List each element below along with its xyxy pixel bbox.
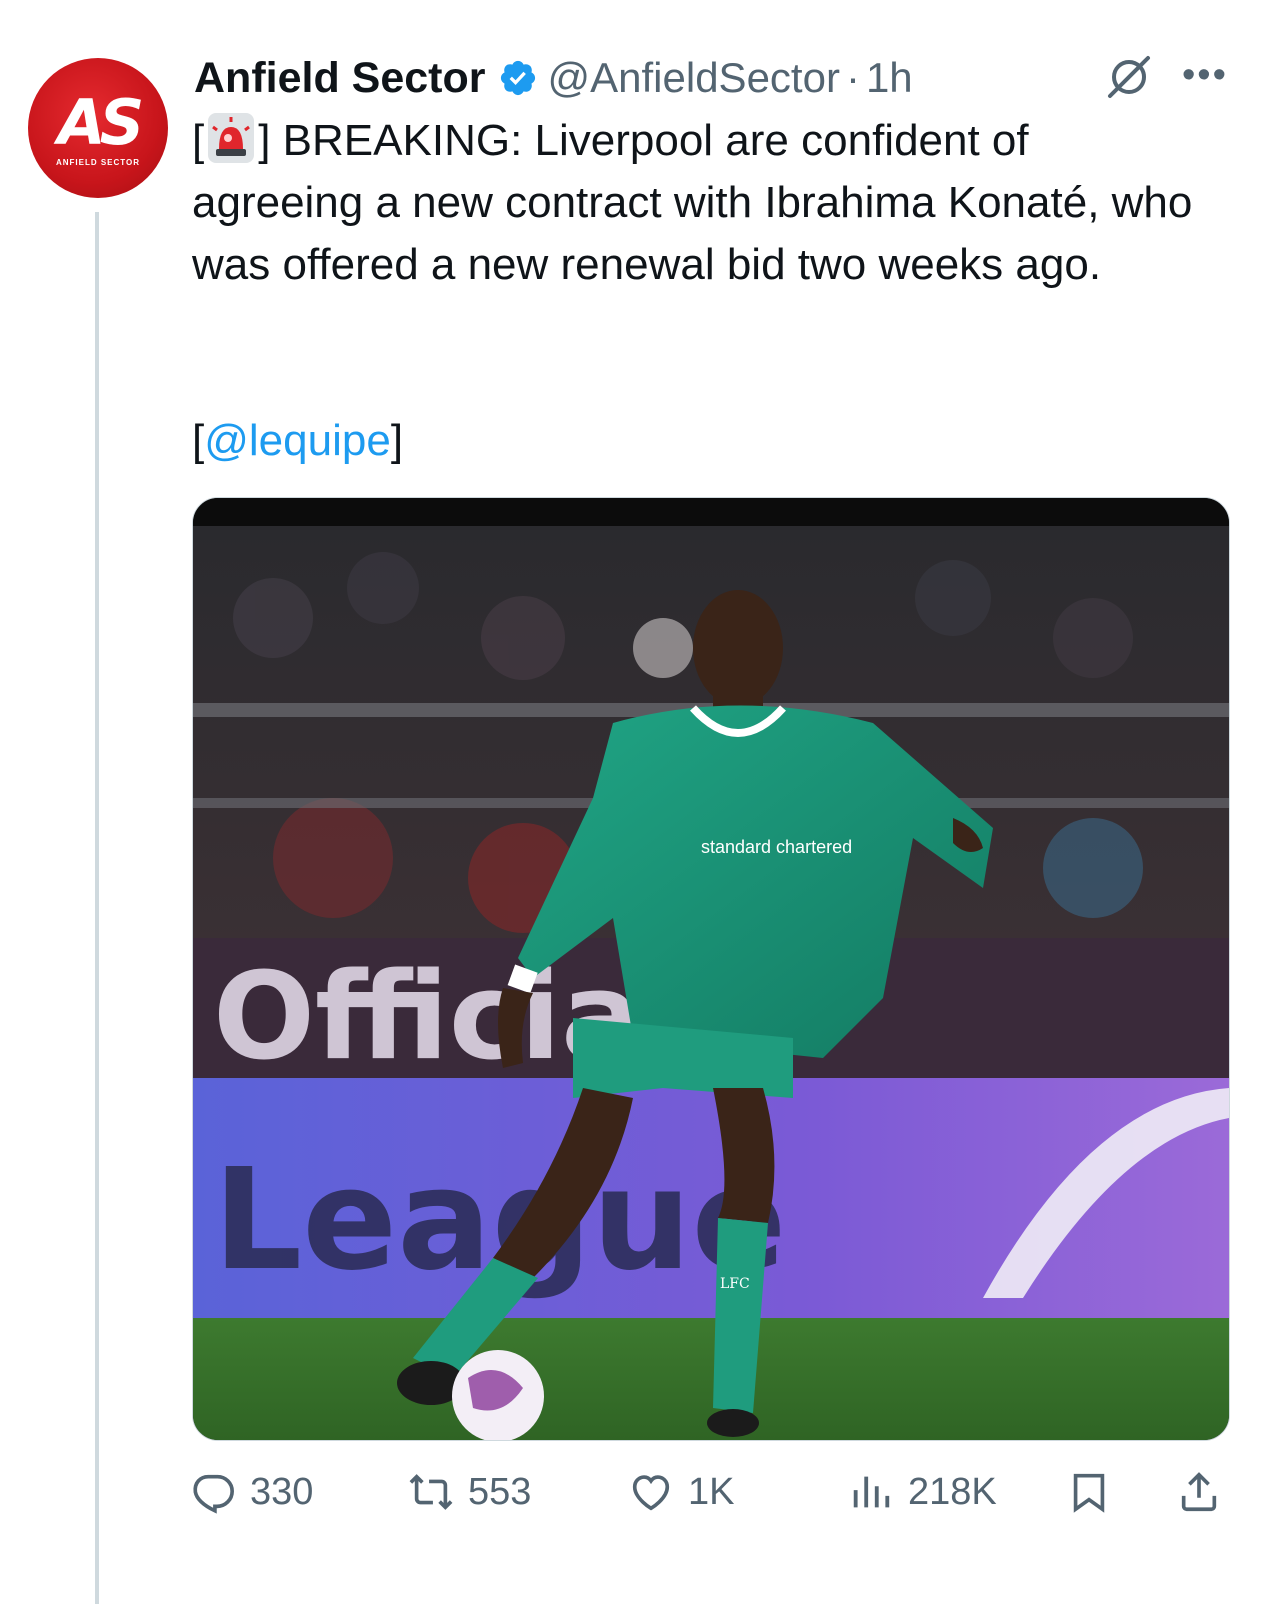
bracket-open: [ xyxy=(192,116,205,165)
timestamp[interactable]: 1h xyxy=(866,54,913,102)
source-bracket-open: [ xyxy=(192,416,205,465)
display-name[interactable]: Anfield Sector xyxy=(194,54,486,103)
kit-sponsor-text: standard chartered xyxy=(701,837,852,857)
player-photo: Official League standard chartered LFC xyxy=(193,498,1229,1440)
avatar-subtext: ANFIELD SECTOR xyxy=(55,158,141,167)
siren-icon xyxy=(208,113,255,163)
thread-line xyxy=(95,212,99,1604)
grok-icon[interactable] xyxy=(1104,52,1154,102)
share-button[interactable] xyxy=(1176,1465,1236,1519)
verified-badge-icon xyxy=(500,60,535,96)
repost-icon xyxy=(409,1474,453,1510)
tweet-actions: 330 553 1K 218K xyxy=(190,1465,1230,1519)
source-bracket-close: ] xyxy=(390,416,404,465)
reply-icon xyxy=(193,1474,234,1514)
avatar[interactable]: AS ANFIELD SECTOR xyxy=(28,58,168,198)
like-count: 1K xyxy=(688,1470,735,1513)
bookmark-icon xyxy=(1073,1473,1105,1513)
views-button[interactable]: 218K xyxy=(848,1465,997,1519)
share-icon xyxy=(1181,1472,1217,1512)
reply-count: 330 xyxy=(250,1470,314,1513)
reply-button[interactable]: 330 xyxy=(190,1465,313,1519)
more-options-icon[interactable]: ••• xyxy=(1182,56,1228,94)
repost-count: 553 xyxy=(468,1470,532,1513)
source-mention-link[interactable]: @lequipe xyxy=(204,416,391,465)
views-chart-icon xyxy=(853,1476,890,1508)
separator-dot: · xyxy=(845,54,860,101)
repost-button[interactable]: 553 xyxy=(408,1465,531,1519)
socks-text: LFC xyxy=(720,1276,750,1292)
heart-icon xyxy=(632,1475,670,1511)
handle[interactable]: @AnfieldSector xyxy=(548,54,840,102)
tweet-body: ] BREAKING: Liverpool are confident of a… xyxy=(192,116,1193,289)
tweet-header: Anfield Sector @AnfieldSector · 1h xyxy=(194,52,913,104)
avatar-monogram: AS xyxy=(57,86,145,159)
views-count: 218K xyxy=(908,1470,997,1513)
like-button[interactable]: 1K xyxy=(628,1465,734,1519)
tweet-text: [ ] BREAKING: Liverpool are confident of… xyxy=(192,110,1212,296)
source-line: [@lequipe] xyxy=(192,410,403,472)
bookmark-button[interactable] xyxy=(1066,1465,1126,1519)
tweet-media-image[interactable]: Official League standard chartered LFC xyxy=(192,497,1230,1441)
